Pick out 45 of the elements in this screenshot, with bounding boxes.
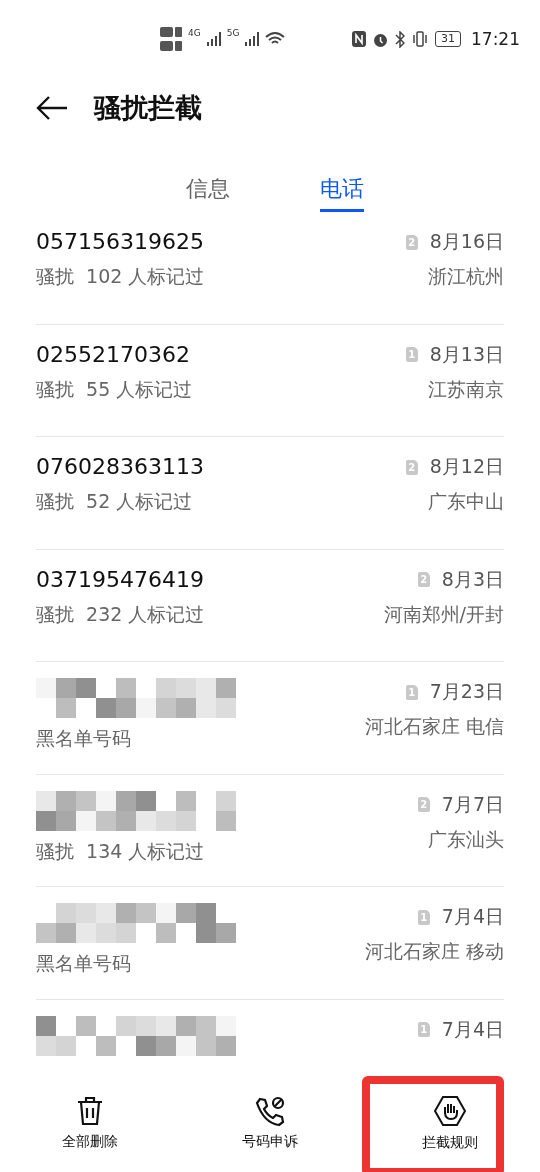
call-date: 7月4日 xyxy=(441,904,504,929)
call-date: 8月3日 xyxy=(441,566,504,592)
call-date: 8月16日 xyxy=(429,229,504,254)
trash-icon xyxy=(75,1095,105,1127)
signal-icon xyxy=(245,32,260,46)
call-note: 骚扰 232 人标记过 xyxy=(36,601,205,627)
call-note: 骚扰 55 人标记过 xyxy=(36,376,193,402)
phone-number: 02552170362 xyxy=(36,340,190,369)
toolbar-button[interactable]: 拦截规则 xyxy=(360,1082,540,1172)
call-note: 骚扰 102 人标记过 xyxy=(36,264,205,289)
call-location: 广东中山 xyxy=(428,489,504,514)
call-note: 黑名单号码 xyxy=(36,726,131,751)
call-location: 浙江杭州 xyxy=(428,264,504,289)
toolbar-button[interactable]: 全部删除 xyxy=(0,1082,180,1172)
hand-stop-icon xyxy=(433,1094,467,1128)
signal-icon xyxy=(206,32,221,46)
call-date: 7月4日 xyxy=(441,1016,504,1042)
phone-number: 076028363113 xyxy=(36,453,204,481)
call-location: 河南郑州/开封 xyxy=(383,601,504,627)
call-location: 河北石家庄 移动 xyxy=(364,939,504,964)
back-arrow-icon[interactable] xyxy=(36,95,68,121)
phone-number: 057156319625 xyxy=(36,228,204,256)
call-date: 7月7日 xyxy=(441,791,504,817)
call-location: 河北石家庄 电信 xyxy=(364,714,504,739)
call-note: 骚扰 52 人标记过 xyxy=(36,489,193,514)
network-type-label: 5G xyxy=(226,28,240,38)
tab[interactable]: 电话 xyxy=(320,174,364,212)
call-location: 广东汕头 xyxy=(428,826,504,852)
page-title: 骚扰拦截 xyxy=(94,91,202,125)
call-date: 8月12日 xyxy=(429,454,504,479)
clock-time: 17:21 xyxy=(471,29,520,49)
phone-block-icon xyxy=(254,1095,286,1127)
call-date: 8月13日 xyxy=(429,341,504,367)
tab[interactable]: 信息 xyxy=(186,174,230,212)
battery-level: 31 xyxy=(435,31,461,47)
vibrate-icon xyxy=(411,31,429,47)
call-note: 黑名单号码 xyxy=(36,951,131,976)
phone-number: 037195476419 xyxy=(36,565,204,594)
toolbar-button[interactable]: 号码申诉 xyxy=(180,1082,360,1172)
call-date: 7月23日 xyxy=(429,679,504,704)
network-type-label: 4G xyxy=(188,28,201,38)
call-location: 江苏南京 xyxy=(428,376,504,402)
call-note: 骚扰 134 人标记过 xyxy=(36,838,205,864)
bluetooth-icon xyxy=(395,30,405,48)
nfc-icon xyxy=(352,31,366,47)
